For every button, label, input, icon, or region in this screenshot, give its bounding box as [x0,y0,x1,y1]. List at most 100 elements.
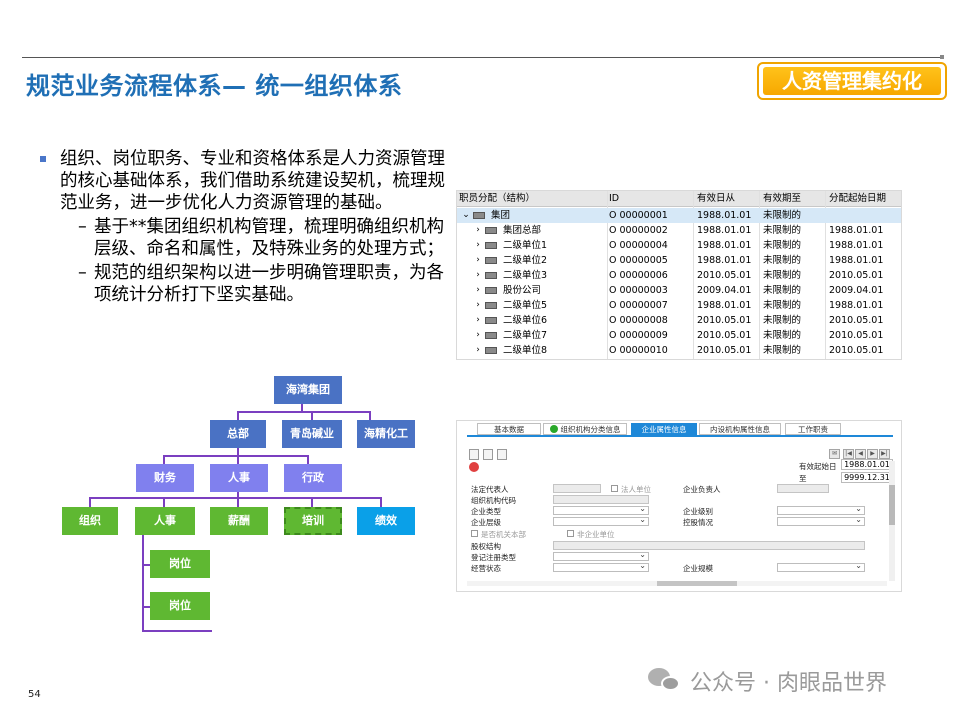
enterprise-grade-select[interactable] [777,504,865,515]
new-doc-icon[interactable] [469,449,479,460]
column-header: 职员分配（结构） [459,193,536,204]
scale-select[interactable] [777,561,865,572]
column-header: 有效日从 [697,193,736,204]
valid-to-field[interactable]: 9999.12.31 [841,472,893,483]
table-row[interactable]: › 二级单位5 O 00000007 1988.01.01 未限制的 1988.01.01 [457,298,901,313]
agency-checkbox[interactable] [471,530,478,537]
table-cell-id: O 00000003 [609,285,668,296]
table-cell-name: 二级单位1 [503,240,548,251]
table-cell-name: 二级单位2 [503,255,548,266]
field-label: 股权结构 [471,542,501,551]
chevron-right-icon[interactable]: › [473,313,483,328]
org-structure-table: 职员分配（结构） ID 有效日从 有效期至 分配起始日期 ⌄ 集团 O 000000… [456,190,902,360]
tab-internal-attributes[interactable]: 内设机构属性信息 [699,423,781,435]
org-node-position: 岗位 [150,550,210,578]
connector-line [163,455,165,464]
enterprise-level-select[interactable] [553,515,649,526]
print-icon[interactable] [497,449,507,460]
reg-type-select[interactable] [553,550,649,561]
mail-icon[interactable]: ✉ [829,449,840,459]
horizontal-scrollbar[interactable] [467,581,887,586]
org-unit-icon [485,242,497,249]
table-cell-to: 未限制的 [763,300,802,311]
table-cell-to: 未限制的 [763,255,802,266]
org-unit-icon [485,332,497,339]
connector-line [142,606,150,608]
chevron-right-icon[interactable]: › [473,328,483,343]
connector-line [237,411,369,413]
connector-line [369,411,371,420]
prev-record-icon[interactable]: ◀ [855,449,866,459]
table-cell-id: O 00000008 [609,315,668,326]
org-node-position: 岗位 [150,592,210,620]
chevron-right-icon[interactable]: › [473,298,483,313]
org-node-performance: 绩效 [357,507,415,535]
table-cell-name: 集团 [491,210,511,221]
table-cell-start: 2010.05.01 [829,315,884,326]
org-node-organization: 组织 [62,507,118,535]
column-header: 有效期至 [763,193,802,204]
chevron-right-icon[interactable]: › [473,268,483,283]
delete-icon[interactable] [469,462,479,472]
last-record-icon[interactable]: ▶| [879,449,890,459]
table-cell-name: 二级单位3 [503,270,548,281]
tab-job-duties[interactable]: 工作职责 [785,423,841,435]
legal-rep-input[interactable] [553,484,601,493]
org-code-input[interactable] [553,495,649,504]
org-node-headquarters: 总部 [210,420,266,448]
connector-line [142,533,144,631]
table-cell-start: 2009.04.01 [829,285,884,296]
table-row[interactable]: › 二级单位8 O 00000010 2010.05.01 未限制的 2010.05.01 [457,343,901,358]
scroll-thumb[interactable] [657,581,737,586]
tab-basic-data[interactable]: 基本数据 [477,423,541,435]
table-cell-id: O 00000006 [609,270,668,281]
holding-select[interactable] [777,515,865,526]
table-row[interactable]: ⌄ 集团 O 00000001 1988.01.01 未限制的 [457,208,901,223]
field-label: 经营状态 [471,564,501,573]
table-row[interactable]: › 集团总部 O 00000002 1988.01.01 未限制的 1988.01.01 [457,223,901,238]
table-cell-to: 未限制的 [763,345,802,356]
table-row[interactable]: › 二级单位2 O 00000005 1988.01.01 未限制的 1988.01.01 [457,253,901,268]
table-cell-start: 1988.01.01 [829,255,884,266]
field-label: 企业类型 [471,507,501,516]
chevron-right-icon[interactable]: › [473,223,483,238]
tab-enterprise-attributes[interactable]: 企业属性信息 [631,423,697,435]
field-label: 企业层级 [471,518,501,527]
check-icon [549,425,558,433]
equity-input[interactable] [553,541,865,550]
scroll-thumb[interactable] [889,485,895,525]
field-label: 企业负责人 [683,485,721,494]
field-label: 企业级别 [683,507,713,516]
table-cell-to: 未限制的 [763,210,802,221]
table-row[interactable]: › 二级单位3 O 00000006 2010.05.01 未限制的 2010.05.01 [457,268,901,283]
connector-line [89,497,380,499]
table-row[interactable]: › 股份公司 O 00000003 2009.04.01 未限制的 2009.04.01 [457,283,901,298]
enterprise-head-input[interactable] [777,484,829,493]
table-row[interactable]: › 二级单位7 O 00000009 2010.05.01 未限制的 2010.05.01 [457,328,901,343]
chevron-right-icon[interactable]: › [473,253,483,268]
enterprise-type-select[interactable] [553,504,649,515]
field-label: 非企业单位 [577,530,615,539]
valid-from-label: 有效起始日 [799,462,837,471]
non-enterprise-checkbox[interactable] [567,530,574,537]
valid-from-field[interactable]: 1988.01.01 [841,459,893,470]
tab-org-classification[interactable]: 组织机构分类信息 [543,423,627,435]
connector-line [89,497,91,507]
legal-unit-checkbox[interactable] [611,485,618,492]
next-record-icon[interactable]: ▶ [867,449,878,459]
table-row[interactable]: › 二级单位6 O 00000008 2010.05.01 未限制的 2010.05.01 [457,313,901,328]
table-cell-id: O 00000009 [609,330,668,341]
copy-icon[interactable] [483,449,493,460]
field-label: 是否机关本部 [481,530,526,539]
org-node-hr: 人事 [210,464,268,492]
table-row[interactable]: › 二级单位1 O 00000004 1988.01.01 未限制的 1988.01.01 [457,238,901,253]
chevron-right-icon[interactable]: › [473,238,483,253]
first-record-icon[interactable]: |◀ [843,449,854,459]
chevron-right-icon[interactable]: › [473,283,483,298]
table-header: 职员分配（结构） ID 有效日从 有效期至 分配起始日期 [457,191,901,207]
op-status-select[interactable] [553,561,649,572]
chevron-down-icon[interactable]: ⌄ [461,208,471,223]
vertical-scrollbar[interactable] [889,461,895,581]
watermark: 公众号 · 肉眼品世界 [648,666,887,696]
chevron-right-icon[interactable]: › [473,343,483,358]
